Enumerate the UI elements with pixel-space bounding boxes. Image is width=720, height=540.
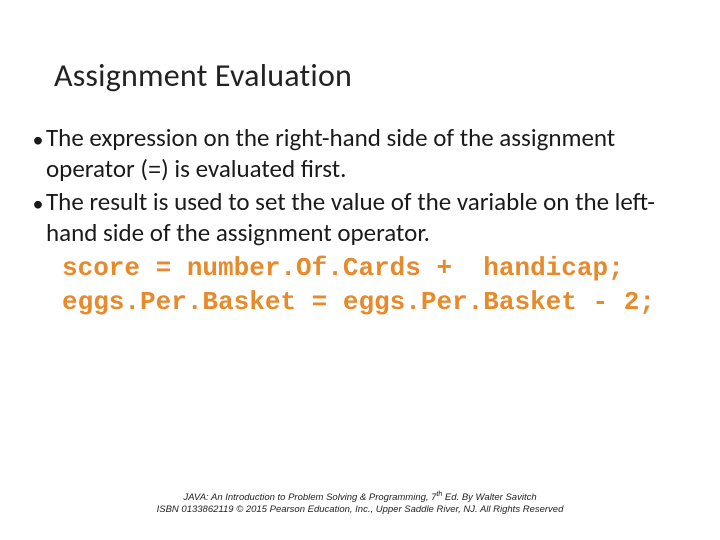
code-block: score = number.Of.Cards + handicap; eggs… [30,252,690,319]
equals-glyph: = [148,159,161,184]
footer-citation: JAVA: An Introduction to Problem Solving… [0,491,720,516]
bullet-text: The result is used to set the value of t… [46,187,690,248]
bullet-dot-icon: • [30,189,46,219]
bullet-dot-icon: • [30,125,46,155]
bullet-text: The expression on the right-hand side of… [46,123,690,185]
bullet-item: • The result is used to set the value of… [30,187,690,248]
code-line: score = number.Of.Cards + handicap; [62,252,690,285]
slide: Assignment Evaluation • The expression o… [0,0,720,540]
bullet-item: • The expression on the right-hand side … [30,123,690,185]
slide-title: Assignment Evaluation [0,0,720,95]
code-line: eggs.Per.Basket = eggs.Per.Basket - 2; [62,286,690,319]
slide-body: • The expression on the right-hand side … [0,95,720,319]
